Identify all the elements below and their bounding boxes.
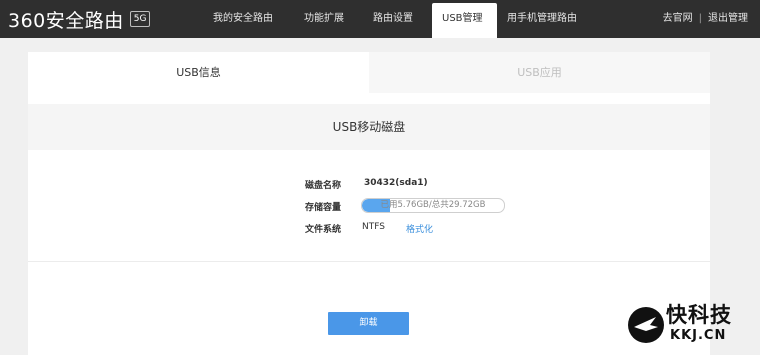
unmount-button[interactable]: 卸载 (328, 312, 409, 335)
logout-link[interactable]: 退出管理 (708, 0, 748, 38)
nav-item-router-settings[interactable]: 路由设置 (363, 0, 432, 38)
link-separator: | (698, 13, 702, 24)
section-title: USB移动磁盘 (28, 104, 710, 150)
watermark-subtitle: KKJ.CN (670, 328, 727, 343)
content-divider (28, 261, 710, 262)
watermark-title: 快科技 (666, 303, 732, 327)
top-navigation-bar: 360安全路由 5G 我的安全路由 功能扩展 路由设置 USB管理 用手机管理路… (0, 0, 760, 38)
disk-name-value: 30432(sda1) (364, 178, 428, 188)
nav-item-mobile-management[interactable]: 用手机管理路由 (497, 0, 627, 38)
capacity-usage-bar: 已用5.76GB/总共29.72GB (361, 198, 505, 213)
bird-logo-icon (628, 307, 664, 343)
nav-item-my-router[interactable]: 我的安全路由 (203, 0, 294, 38)
brand-name: 360安全路由 (8, 9, 124, 32)
nav-item-usb-management[interactable]: USB管理 (432, 3, 497, 38)
format-link[interactable]: 格式化 (406, 222, 433, 235)
band-badge: 5G (129, 11, 151, 27)
capacity-row: 存储容量 已用5.76GB/总共29.72GB (305, 198, 565, 222)
brand-logo[interactable]: 360安全路由 5G (8, 5, 151, 33)
top-right-links: 去官网 | 退出管理 (663, 0, 748, 38)
capacity-label: 存储容量 (305, 203, 342, 213)
nav-item-extensions[interactable]: 功能扩展 (294, 0, 363, 38)
disk-name-label: 磁盘名称 (305, 181, 342, 191)
usb-tabs: USB信息 USB应用 (28, 52, 710, 93)
watermark-logo: 快科技 KKJ.CN (626, 299, 756, 351)
main-nav: 我的安全路由 功能扩展 路由设置 USB管理 用手机管理路由 (203, 0, 627, 38)
usb-panel: USB信息 USB应用 USB移动磁盘 磁盘名称 30432(sda1) 存储容… (28, 52, 710, 355)
filesystem-label: 文件系统 (305, 225, 342, 235)
tab-usb-apps[interactable]: USB应用 (369, 52, 710, 93)
official-site-link[interactable]: 去官网 (663, 0, 693, 38)
disk-name-row: 磁盘名称 30432(sda1) (305, 178, 565, 200)
filesystem-value: NTFS (362, 222, 385, 232)
disk-info: 磁盘名称 30432(sda1) 存储容量 已用5.76GB/总共29.72GB… (305, 178, 565, 244)
filesystem-row: 文件系统 NTFS 格式化 (305, 222, 565, 244)
tab-usb-info[interactable]: USB信息 (28, 52, 369, 93)
usage-text: 已用5.76GB/总共29.72GB (380, 200, 486, 210)
